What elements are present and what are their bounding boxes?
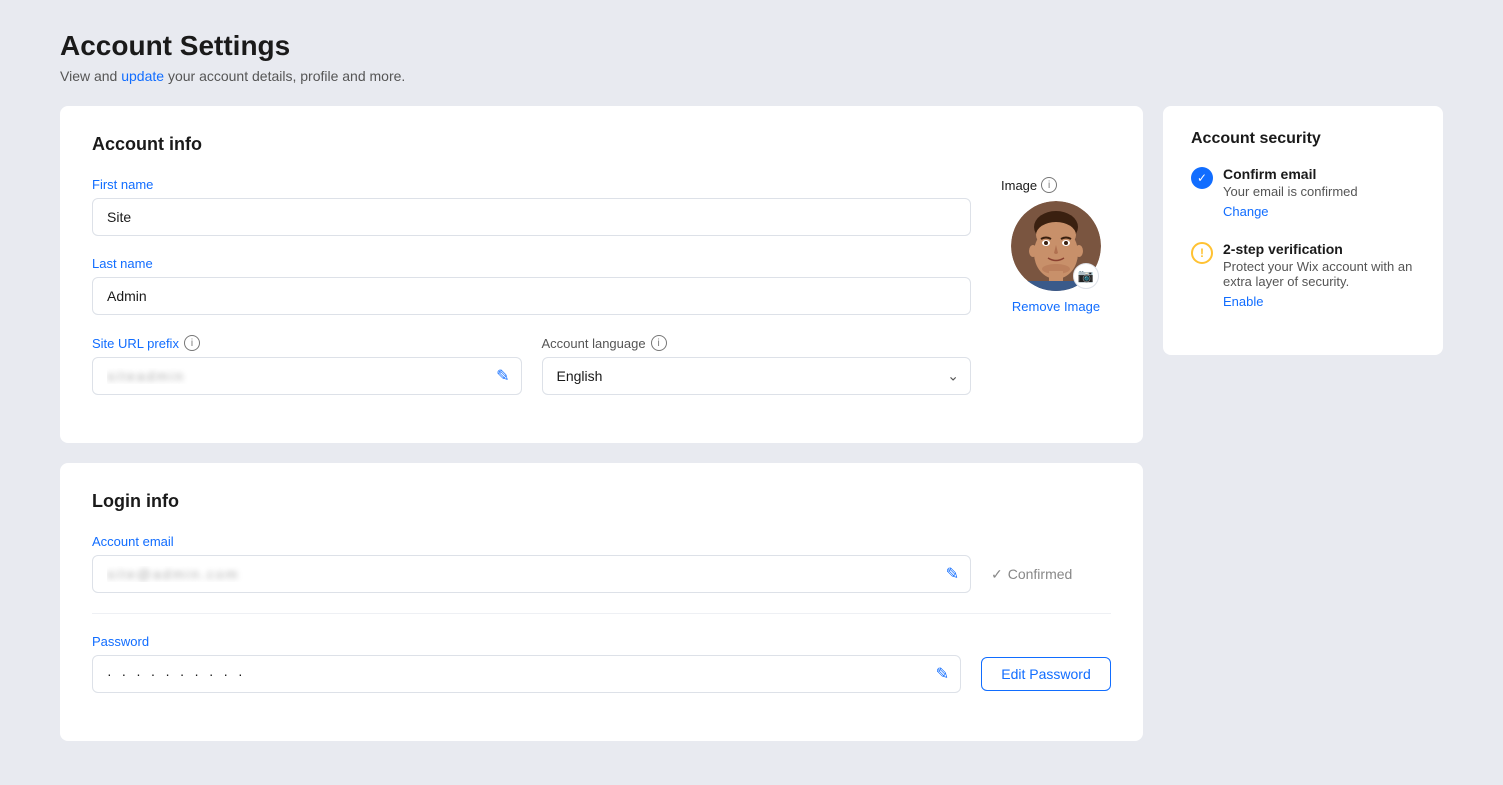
site-url-info-icon[interactable]: i bbox=[184, 335, 200, 351]
password-label: Password bbox=[92, 634, 1111, 649]
password-edit-icon[interactable]: ✎ bbox=[936, 664, 949, 684]
site-url-prefix-input-wrap: ✎ bbox=[92, 357, 522, 395]
confirm-email-label: Confirm email bbox=[1223, 166, 1358, 182]
login-info-title: Login info bbox=[92, 491, 1111, 512]
site-url-prefix-group: Site URL prefix i ✎ bbox=[92, 335, 522, 395]
login-info-card: Login info Account email ✎ ✓ Confirmed bbox=[60, 463, 1143, 741]
password-field-group: Password ✎ Edit Password bbox=[92, 634, 1111, 693]
confirm-email-change-link[interactable]: Change bbox=[1223, 204, 1269, 219]
page-title: Account Settings bbox=[60, 30, 1443, 62]
last-name-label: Last name bbox=[92, 256, 971, 271]
account-language-select-wrap: English French German Spanish ⌄ bbox=[542, 357, 972, 395]
account-security-title: Account security bbox=[1191, 130, 1415, 148]
first-name-field-group: First name bbox=[92, 177, 971, 236]
last-name-input-wrap bbox=[92, 277, 971, 315]
first-name-label: First name bbox=[92, 177, 971, 192]
edit-password-button[interactable]: Edit Password bbox=[981, 657, 1111, 691]
main-layout: Account info First name Last name bbox=[60, 106, 1443, 741]
account-image-section: Image i bbox=[1001, 177, 1111, 415]
camera-button[interactable]: 📷 bbox=[1073, 263, 1099, 289]
account-info-card: Account info First name Last name bbox=[60, 106, 1143, 443]
account-email-row: ✎ ✓ Confirmed bbox=[92, 555, 1111, 593]
confirmed-label: Confirmed bbox=[1008, 566, 1073, 582]
first-name-input-wrap bbox=[92, 198, 971, 236]
image-info-icon[interactable]: i bbox=[1041, 177, 1057, 193]
password-input-wrap: ✎ bbox=[92, 655, 961, 693]
confirmed-check-icon: ✓ bbox=[991, 566, 1003, 583]
account-language-select[interactable]: English French German Spanish bbox=[542, 357, 972, 395]
account-email-field-group: Account email ✎ ✓ Confirmed bbox=[92, 534, 1111, 593]
confirm-email-desc: Your email is confirmed bbox=[1223, 184, 1358, 199]
two-step-item: ! 2-step verification Protect your Wix a… bbox=[1191, 241, 1415, 311]
account-language-label: Account language i bbox=[542, 335, 972, 351]
account-email-edit-icon[interactable]: ✎ bbox=[946, 564, 959, 584]
page-subtitle: View and update your account details, pr… bbox=[60, 68, 1443, 84]
account-email-input[interactable] bbox=[92, 555, 971, 593]
account-info-body: First name Last name bbox=[92, 177, 1111, 415]
last-name-field-group: Last name bbox=[92, 256, 971, 315]
password-row: ✎ Edit Password bbox=[92, 655, 1111, 693]
main-column: Account info First name Last name bbox=[60, 106, 1143, 741]
site-url-edit-icon[interactable]: ✎ bbox=[496, 366, 509, 386]
password-input[interactable] bbox=[92, 655, 961, 693]
first-name-input[interactable] bbox=[92, 198, 971, 236]
image-label: Image i bbox=[1001, 177, 1057, 193]
remove-image-link[interactable]: Remove Image bbox=[1012, 299, 1100, 314]
edit-password-wrap: Edit Password bbox=[981, 657, 1111, 691]
account-info-title: Account info bbox=[92, 134, 1111, 155]
account-info-fields: First name Last name bbox=[92, 177, 971, 415]
site-url-prefix-input[interactable] bbox=[92, 357, 522, 395]
last-name-input[interactable] bbox=[92, 277, 971, 315]
account-language-info-icon[interactable]: i bbox=[651, 335, 667, 351]
confirmed-badge: ✓ Confirmed bbox=[991, 566, 1111, 583]
two-step-label: 2-step verification bbox=[1223, 241, 1415, 257]
site-url-prefix-label: Site URL prefix i bbox=[92, 335, 522, 351]
confirm-email-item: ✓ Confirm email Your email is confirmed … bbox=[1191, 166, 1415, 221]
login-divider bbox=[92, 613, 1111, 614]
url-language-row: Site URL prefix i ✎ Account languag bbox=[92, 335, 971, 395]
two-step-icon: ! bbox=[1191, 242, 1213, 264]
confirm-email-icon: ✓ bbox=[1191, 167, 1213, 189]
avatar-wrap: 📷 bbox=[1011, 201, 1101, 291]
two-step-enable-link[interactable]: Enable bbox=[1223, 294, 1263, 309]
account-language-group: Account language i English French German… bbox=[542, 335, 972, 395]
camera-icon: 📷 bbox=[1078, 268, 1094, 284]
two-step-desc: Protect your Wix account with an extra l… bbox=[1223, 259, 1415, 289]
two-step-content: 2-step verification Protect your Wix acc… bbox=[1223, 241, 1415, 311]
confirm-email-content: Confirm email Your email is confirmed Ch… bbox=[1223, 166, 1358, 221]
account-security-card: Account security ✓ Confirm email Your em… bbox=[1163, 106, 1443, 355]
account-email-label: Account email bbox=[92, 534, 1111, 549]
account-email-input-wrap: ✎ bbox=[92, 555, 971, 593]
update-link[interactable]: update bbox=[121, 68, 164, 84]
